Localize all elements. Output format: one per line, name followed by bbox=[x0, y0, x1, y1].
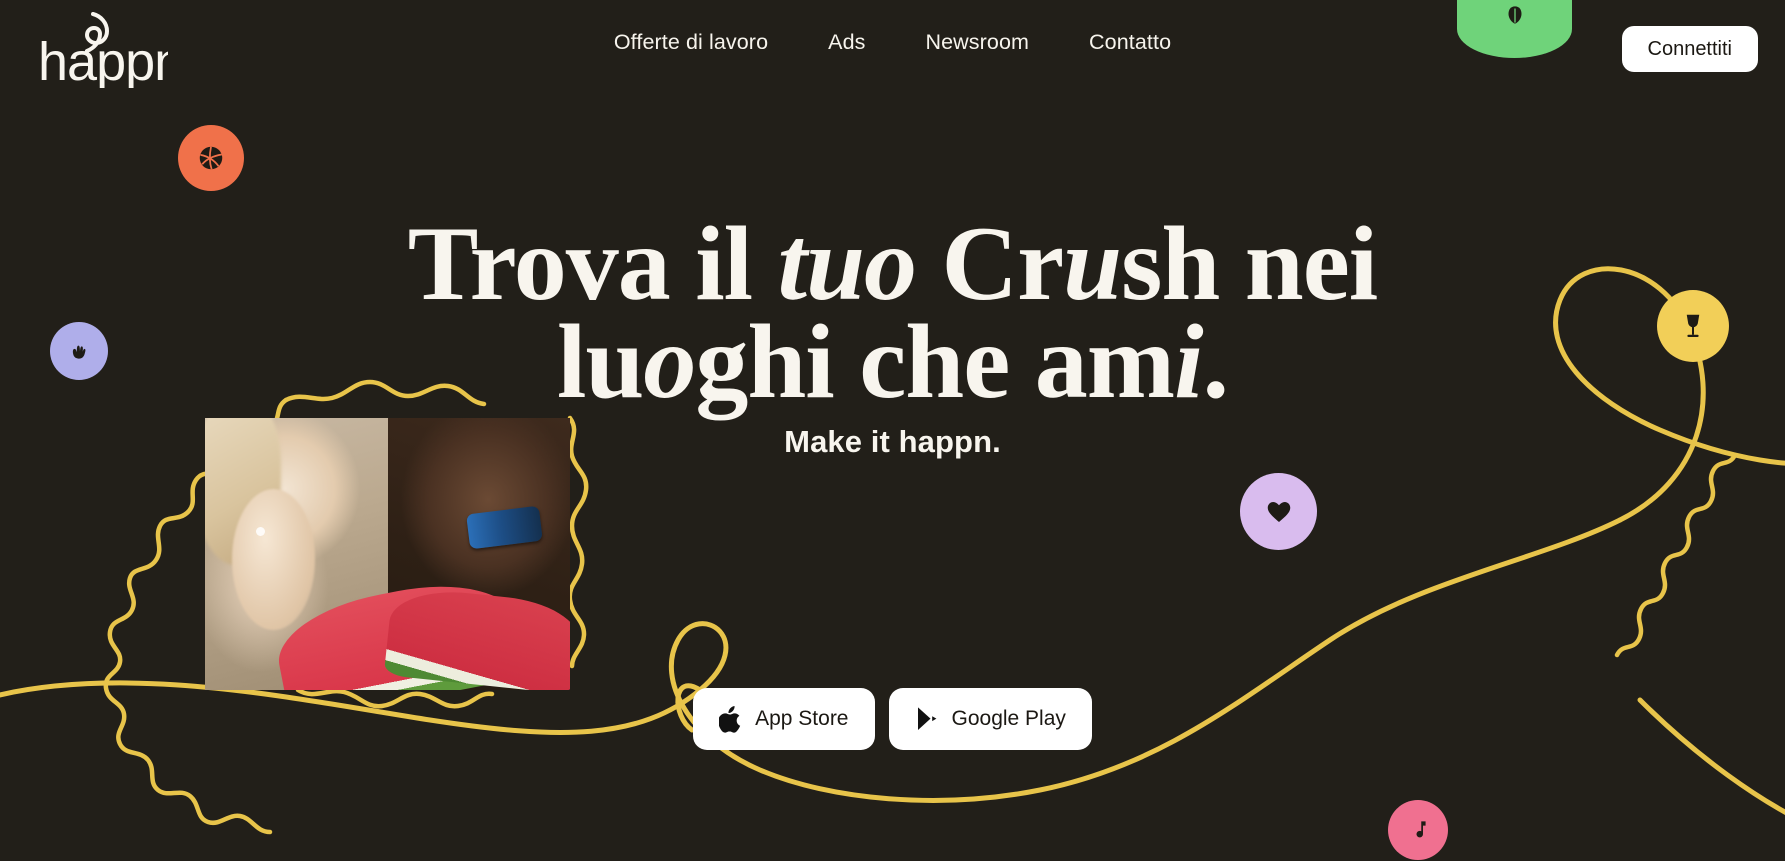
headline-seg-italic: i bbox=[1174, 302, 1203, 420]
google-play-icon bbox=[917, 707, 936, 730]
headline-line-1: Trova il tuo Crush nei bbox=[0, 211, 1785, 317]
site-header: happn Offerte di lavoro Ads Newsroom Con… bbox=[0, 0, 1785, 100]
basketball-icon bbox=[199, 146, 223, 170]
nav-item-jobs[interactable]: Offerte di lavoro bbox=[614, 30, 768, 55]
blob-music-note bbox=[1388, 800, 1448, 860]
page-title: Trova il tuo Crush nei luoghi che ami. bbox=[0, 211, 1785, 415]
blob-heart-lavender bbox=[1240, 473, 1317, 550]
headline-seg: . bbox=[1202, 302, 1229, 420]
headline-seg: ghi che am bbox=[695, 302, 1175, 420]
apple-logo-icon bbox=[719, 705, 741, 733]
headline-seg-italic: o bbox=[643, 302, 696, 420]
page-root: happn Offerte di lavoro Ads Newsroom Con… bbox=[0, 0, 1785, 861]
connect-button[interactable]: Connettiti bbox=[1621, 26, 1758, 72]
app-store-button[interactable]: App Store bbox=[693, 688, 875, 750]
store-buttons: App Store Google Play bbox=[0, 688, 1785, 750]
headline-line-2: luoghi che ami. bbox=[0, 308, 1785, 414]
nav-item-ads[interactable]: Ads bbox=[828, 30, 865, 55]
music-note-icon bbox=[1416, 821, 1426, 838]
google-play-button[interactable]: Google Play bbox=[888, 688, 1092, 750]
headline-seg: lu bbox=[556, 302, 644, 420]
google-play-label: Google Play bbox=[951, 707, 1066, 730]
blob-basketball bbox=[178, 125, 244, 191]
app-store-label: App Store bbox=[755, 707, 849, 730]
main-nav: Offerte di lavoro Ads Newsroom Contatto bbox=[0, 30, 1785, 55]
hero-subtitle: Make it happn. bbox=[784, 424, 1001, 459]
nav-item-contact[interactable]: Contatto bbox=[1089, 30, 1171, 55]
nav-item-newsroom[interactable]: Newsroom bbox=[926, 30, 1030, 55]
heart-icon bbox=[1267, 501, 1290, 522]
